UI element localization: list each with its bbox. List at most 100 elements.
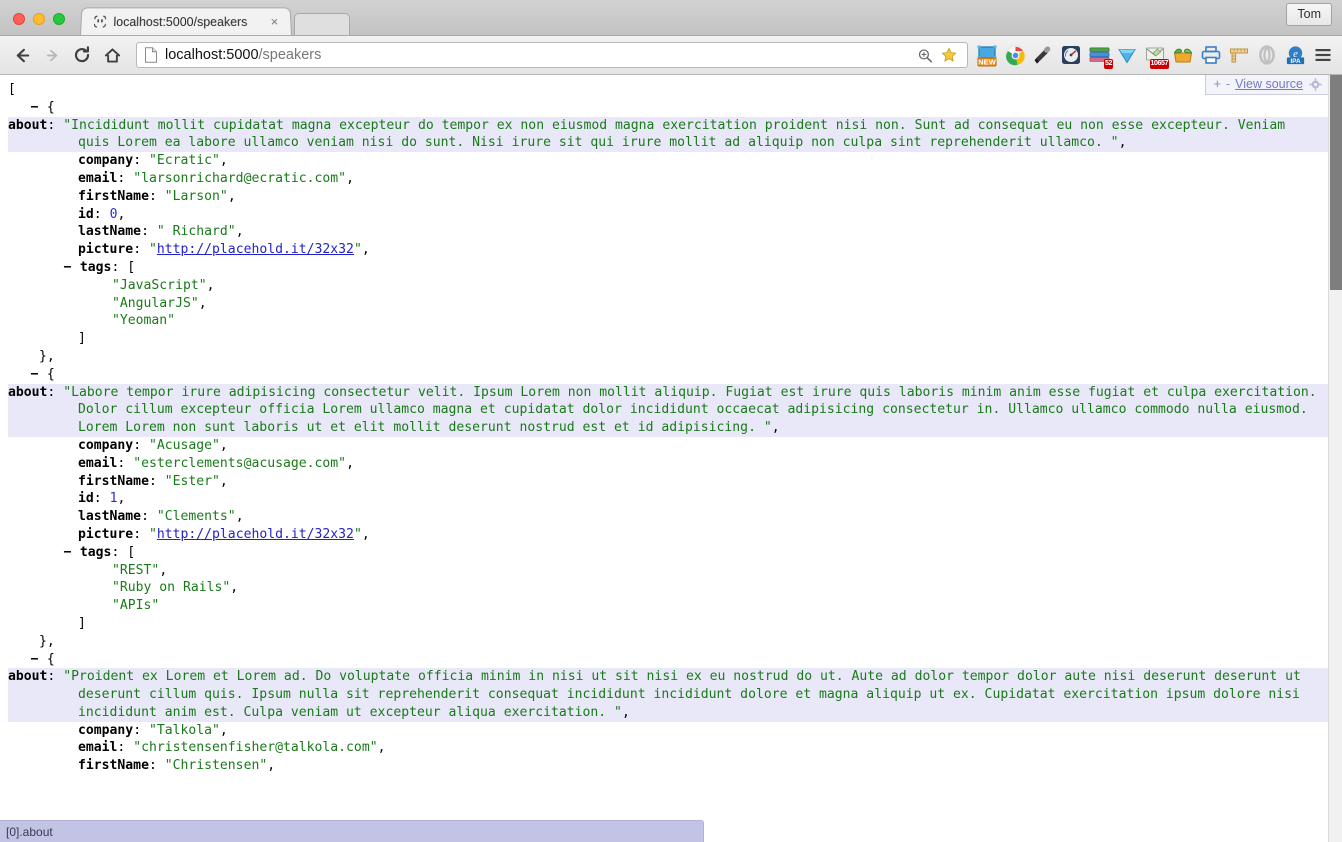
diamond-icon[interactable] [1114,42,1140,68]
navigation-toolbar: localhost:5000/speakers [0,36,1342,75]
zoom-window-button[interactable] [53,13,65,25]
window-controls [0,13,76,35]
url-host: localhost:5000 [165,47,259,63]
json-key-about: about [8,118,47,133]
eyedropper-icon[interactable] [1030,42,1056,68]
json-object-close: }, [8,348,1328,366]
browser-window: localhost:5000/speakers × Tom [0,0,1342,842]
ipa-icon[interactable]: e IPA [1282,42,1308,68]
json-field-picture: picture: "http://placehold.it/32x32", [8,241,1328,259]
collapse-toggle-icon[interactable]: − [30,651,39,669]
collapse-toggle-icon[interactable]: − [30,99,39,117]
omnibox-actions [917,47,963,63]
json-field-company: company: "Talkola", [8,722,1328,740]
forward-button[interactable] [38,41,66,69]
json-array-close: ] [8,615,1328,633]
json-tag-item: "APIs" [8,597,1328,615]
json-field-picture: picture: "http://placehold.it/32x32", [8,526,1328,544]
json-tree: [ − { about: "Incididunt mollit cupidata… [0,75,1328,842]
json-field-firstname: firstName: "Larson", [8,188,1328,206]
page-viewport: + - View source [ − { [0,75,1342,842]
new-tab-button[interactable] [294,13,350,35]
speedometer-icon[interactable] [1058,42,1084,68]
address-bar[interactable]: localhost:5000/speakers [136,42,968,68]
printer-icon[interactable] [1198,42,1224,68]
tab-strip: localhost:5000/speakers × Tom [0,0,1342,36]
close-tab-button[interactable]: × [266,14,283,30]
json-field-email: email: "christensenfisher@talkola.com", [8,739,1328,757]
json-field-firstname: firstName: "Ester", [8,473,1328,491]
stacked-layers-badge: 52 [1104,59,1113,69]
gear-icon[interactable] [1308,77,1322,91]
tab-title: localhost:5000/speakers [113,15,259,29]
collapse-toggle-icon[interactable]: − [63,259,72,277]
reload-button[interactable] [68,41,96,69]
browser-tab[interactable]: localhost:5000/speakers × [80,7,292,35]
json-value-about: "Proident ex Lorem et Lorem ad. Do volup… [63,669,1301,720]
minimize-window-button[interactable] [33,13,45,25]
back-button[interactable] [8,41,36,69]
home-button[interactable] [98,41,126,69]
picture-url-link[interactable]: http://placehold.it/32x32 [157,242,354,257]
json-field-id: id: 0, [8,206,1328,224]
package-icon[interactable] [1170,42,1196,68]
json-tag-item: "Ruby on Rails", [8,579,1328,597]
json-field-tags[interactable]: − tags: [ [8,259,1328,277]
extensions-toolbar: NEW [974,42,1336,68]
url-path: /speakers [259,47,322,63]
chrome-logo-icon[interactable] [1002,42,1028,68]
ruler-icon[interactable] [1226,42,1252,68]
json-field-company: company: "Ecratic", [8,152,1328,170]
json-face-icon [91,14,108,30]
json-key-about: about [8,385,47,400]
json-field-email: email: "larsonrichard@ecratic.com", [8,170,1328,188]
stacked-layers-icon[interactable]: 52 [1086,42,1112,68]
star-icon[interactable] [941,47,957,63]
mail-icon[interactable]: 10657 [1142,42,1168,68]
json-field-email: email: "esterclements@acusage.com", [8,455,1328,473]
json-tag-item: "AngularJS", [8,295,1328,313]
json-root-open: [ [8,81,1328,99]
json-array-close: ] [8,330,1328,348]
json-field-about: about: "Incididunt mollit cupidatat magn… [8,117,1328,153]
json-field-id: id: 1, [8,490,1328,508]
hamburger-menu-icon[interactable] [1310,42,1336,68]
json-field-tags[interactable]: − tags: [ [8,544,1328,562]
json-field-about: about: "Proident ex Lorem et Lorem ad. D… [8,668,1328,721]
close-window-button[interactable] [13,13,25,25]
picture-url-link[interactable]: http://placehold.it/32x32 [157,527,354,542]
json-field-firstname: firstName: "Christensen", [8,757,1328,775]
scrollbar-thumb[interactable] [1330,75,1342,290]
profile-button[interactable]: Tom [1286,3,1332,26]
json-value-about: "Labore tempor irure adipisicing consect… [63,385,1316,436]
svg-text:IPA: IPA [1290,58,1301,65]
mail-badge: 10657 [1150,59,1169,69]
json-field-lastname: lastName: " Richard", [8,223,1328,241]
svg-text:NEW: NEW [978,58,997,67]
expand-all-button[interactable]: + [1214,77,1221,91]
view-source-link[interactable]: View source [1235,77,1303,91]
json-value-about: "Incididunt mollit cupidatat magna excep… [63,118,1285,151]
json-object-open[interactable]: − { [8,366,1328,384]
page-scrollbar[interactable] [1328,75,1342,842]
collapse-toggle-icon[interactable]: − [63,544,72,562]
json-field-lastname: lastName: "Clements", [8,508,1328,526]
json-object-open[interactable]: − { [8,651,1328,669]
json-tag-item: "JavaScript", [8,277,1328,295]
address-bar-text: localhost:5000/speakers [165,47,917,63]
collapse-all-button[interactable]: - [1226,77,1230,91]
json-object-open[interactable]: − { [8,99,1328,117]
json-tag-item: "REST", [8,562,1328,580]
json-key-about: about [8,669,47,684]
json-object-close: }, [8,633,1328,651]
page-icon [143,47,159,63]
json-field-about: about: "Labore tempor irure adipisicing … [8,384,1328,437]
new-window-icon[interactable]: NEW [974,42,1000,68]
json-field-company: company: "Acusage", [8,437,1328,455]
collapse-toggle-icon[interactable]: − [30,366,39,384]
zoom-in-icon[interactable] [917,47,933,63]
json-viewer-controls: + - View source [1205,75,1328,95]
json-tag-item: "Yeoman" [8,312,1328,330]
opera-ring-icon[interactable] [1254,42,1280,68]
status-bar: [0].about [0,820,704,842]
